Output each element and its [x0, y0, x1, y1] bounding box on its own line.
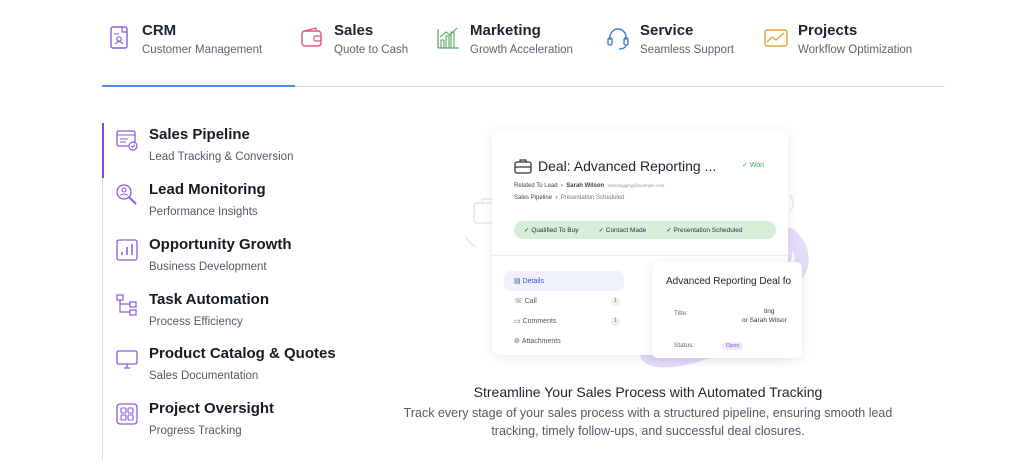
- menu-item-title: Opportunity Growth: [149, 236, 292, 253]
- detail-title-value-2: or Sarah Wilsor: [742, 317, 787, 324]
- tab-marketing[interactable]: Marketing Growth Acceleration: [436, 22, 573, 66]
- subnav-call[interactable]: ☏ Call 1: [504, 291, 624, 311]
- magnifier-icon: [116, 184, 137, 205]
- tab-title: Marketing: [470, 22, 541, 39]
- pipeline-stage: Presentation Scheduled: [560, 195, 625, 201]
- menu-item-project-oversight[interactable]: Project Oversight Progress Tracking: [115, 399, 274, 449]
- divider: [492, 255, 788, 256]
- deal-title: Deal: Advanced Reporting ...: [538, 158, 717, 174]
- deal-detail-card: Advanced Reporting Deal fo Title: ting o…: [652, 262, 802, 358]
- workflow-icon: [116, 294, 137, 316]
- monitor-icon: [116, 350, 138, 369]
- stage-item[interactable]: ✓ Qualified To Buy: [514, 226, 588, 234]
- subnav-comments[interactable]: ▭ Comments 1: [504, 311, 624, 331]
- active-tab-indicator: [102, 85, 295, 87]
- stage-item[interactable]: ✓ Contact Made: [588, 226, 656, 234]
- detail-title-label: Title:: [674, 310, 688, 317]
- menu-item-title: Lead Monitoring: [149, 181, 266, 198]
- menu-item-title: Sales Pipeline: [149, 126, 250, 143]
- subnav-details[interactable]: ▤ Details: [504, 271, 624, 291]
- menu-item-task-automation[interactable]: Task Automation Process Efficiency: [115, 290, 269, 340]
- grid-icon: [116, 403, 138, 425]
- headset-icon: [607, 28, 629, 50]
- tab-subtitle: Quote to Cash: [334, 44, 409, 56]
- menu-item-product-catalog[interactable]: Product Catalog & Quotes Sales Documenta…: [115, 344, 336, 394]
- won-label: Won: [749, 162, 765, 169]
- contact-name[interactable]: Sarah Wilson: [566, 183, 604, 189]
- detail-title-value-1: ting: [764, 308, 775, 315]
- menu-item-title: Project Oversight: [149, 400, 275, 417]
- feature-menu: Sales Pipeline Lead Tracking & Conversio…: [102, 123, 402, 460]
- feature-heading: Streamline Your Sales Process with Autom…: [473, 384, 823, 400]
- won-badge: ✓ Won: [742, 162, 765, 169]
- menu-item-opportunity-growth[interactable]: Opportunity Growth Business Development: [115, 235, 291, 285]
- detail-status-label: Status:: [674, 342, 695, 349]
- tab-sales[interactable]: Sales Quote to Cash: [300, 22, 408, 66]
- menu-item-subtitle: Process Efficiency: [149, 316, 243, 328]
- status-badge: Open: [722, 342, 744, 350]
- bar-chart-icon: [437, 27, 459, 49]
- pipeline-icon: [116, 130, 138, 151]
- related-row: Related To Lead › Sarah Wilson rwdcdoggi…: [514, 183, 665, 189]
- wallet-icon: [301, 27, 322, 47]
- menu-item-title: Product Catalog & Quotes: [149, 345, 336, 362]
- tab-crm[interactable]: CRM Customer Management: [108, 22, 262, 66]
- tab-subtitle: Growth Acceleration: [470, 44, 573, 56]
- product-tabs: CRM Customer Management Sales Quote to C…: [102, 0, 945, 87]
- detail-title: Advanced Reporting Deal fo: [666, 276, 792, 287]
- feature-description: Track every stage of your sales process …: [403, 406, 893, 438]
- menu-item-subtitle: Lead Tracking & Conversion: [149, 151, 294, 163]
- deal-header: Deal: Advanced Reporting ...: [514, 157, 716, 175]
- subnav-attachments[interactable]: ⊘ Attachments: [504, 331, 624, 351]
- tab-title: Service: [640, 22, 694, 39]
- menu-item-subtitle: Performance Insights: [149, 206, 258, 218]
- trend-chart-icon: [764, 29, 788, 47]
- comments-count: 1: [611, 317, 620, 326]
- active-menu-indicator: [102, 123, 104, 178]
- related-label: Related To Lead: [514, 183, 558, 189]
- feature-preview: Deal: Advanced Reporting ... ✓ Won Relat…: [460, 125, 820, 375]
- stage-item[interactable]: ✓ Presentation Scheduled: [656, 226, 752, 234]
- briefcase-icon: [514, 159, 532, 174]
- menu-item-subtitle: Progress Tracking: [149, 425, 242, 437]
- tab-subtitle: Customer Management: [142, 44, 263, 56]
- menu-item-subtitle: Sales Documentation: [149, 370, 259, 382]
- contact-email: rwdcdogging@example.com: [607, 183, 665, 188]
- growth-chart-icon: [116, 239, 138, 261]
- tab-title: Projects: [798, 22, 858, 39]
- tab-subtitle: Workflow Optimization: [798, 44, 913, 56]
- menu-item-lead-monitoring[interactable]: Lead Monitoring Performance Insights: [115, 180, 266, 230]
- tab-title: Sales: [334, 22, 374, 39]
- call-count: 1: [611, 297, 620, 306]
- tab-subtitle: Seamless Support: [640, 44, 734, 56]
- pipeline-label: Sales Pipeline: [514, 195, 553, 201]
- tab-projects[interactable]: Projects Workflow Optimization: [764, 22, 912, 66]
- tab-title: CRM: [142, 22, 177, 39]
- tab-service[interactable]: Service Seamless Support: [606, 22, 734, 66]
- stage-progress: ✓ Qualified To Buy ✓ Contact Made ✓ Pres…: [514, 221, 776, 239]
- menu-item-sales-pipeline[interactable]: Sales Pipeline Lead Tracking & Conversio…: [115, 125, 293, 175]
- menu-item-subtitle: Business Development: [149, 261, 267, 273]
- crm-document-icon: [110, 26, 128, 49]
- menu-item-title: Task Automation: [149, 291, 270, 308]
- pipeline-row: Sales Pipeline › Presentation Scheduled: [514, 195, 625, 201]
- deal-subnav: ▤ Details ☏ Call 1 ▭ Comments 1 ⊘ Attachme…: [504, 271, 624, 351]
